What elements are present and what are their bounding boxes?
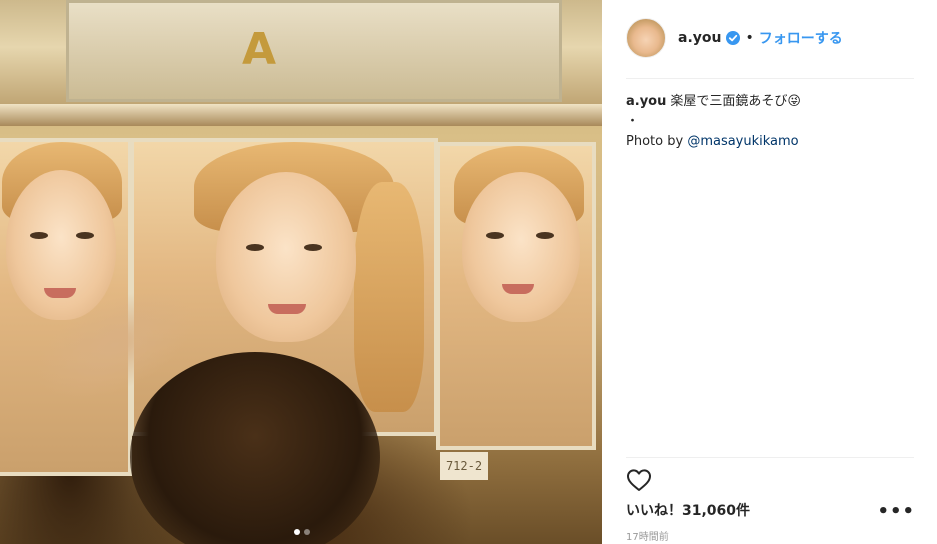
caption-credit: Photo by @masayukikamo bbox=[626, 132, 914, 152]
hair-reflection bbox=[354, 182, 424, 412]
mention-link[interactable]: @masayukikamo bbox=[687, 134, 798, 149]
mouth bbox=[44, 288, 76, 298]
eye bbox=[246, 244, 264, 251]
photo-credit-prefix: Photo by bbox=[626, 134, 684, 149]
header-divider bbox=[626, 78, 914, 79]
post-header: a.you • フォローする bbox=[626, 16, 843, 60]
shelf-board bbox=[0, 104, 602, 126]
post-caption: a.you 楽屋で三面鏡あそび😜 ・ Photo by @masayukikamo bbox=[626, 92, 914, 152]
carousel-dot-active[interactable] bbox=[294, 529, 300, 535]
face-reflection bbox=[216, 172, 356, 342]
caption-text: 楽屋で三面鏡あそび😜 bbox=[670, 94, 801, 109]
face-reflection bbox=[6, 170, 116, 320]
more-dots-icon[interactable]: ••• bbox=[877, 503, 915, 521]
eye bbox=[30, 232, 48, 239]
eye bbox=[536, 232, 554, 239]
post-sidebar: a.you • フォローする a.you 楽屋で三面鏡あそび😜 ・ Photo b… bbox=[602, 0, 937, 544]
eye bbox=[304, 244, 322, 251]
like-count[interactable]: いいね！31,060件 bbox=[626, 500, 750, 520]
right-mirror-panel bbox=[436, 142, 596, 450]
mouth bbox=[268, 304, 306, 314]
actions-divider bbox=[626, 457, 914, 458]
heart-outline-icon[interactable] bbox=[626, 468, 652, 492]
header-username[interactable]: a.you bbox=[678, 30, 721, 46]
header-separator: • bbox=[745, 30, 754, 46]
caption-bullet: ・ bbox=[626, 114, 640, 129]
avatar[interactable] bbox=[626, 18, 666, 58]
mouth bbox=[502, 284, 534, 294]
table-sticker: 712-2 bbox=[440, 452, 488, 480]
post-photo[interactable]: A 712-2 bbox=[0, 0, 602, 544]
logo-decoration: A bbox=[241, 24, 277, 75]
carousel-indicator bbox=[294, 520, 314, 535]
verified-badge-icon bbox=[726, 31, 741, 45]
caption-line: a.you 楽屋で三面鏡あそび😜 bbox=[626, 92, 914, 112]
eye bbox=[76, 232, 94, 239]
caption-username[interactable]: a.you bbox=[626, 94, 666, 109]
follow-button[interactable]: フォローする bbox=[759, 28, 843, 48]
eye bbox=[486, 232, 504, 239]
face-reflection bbox=[462, 172, 580, 322]
upper-mirror-frame: A bbox=[66, 0, 562, 102]
post-timestamp[interactable]: 17時間前 bbox=[626, 528, 669, 543]
carousel-dot[interactable] bbox=[304, 529, 310, 535]
